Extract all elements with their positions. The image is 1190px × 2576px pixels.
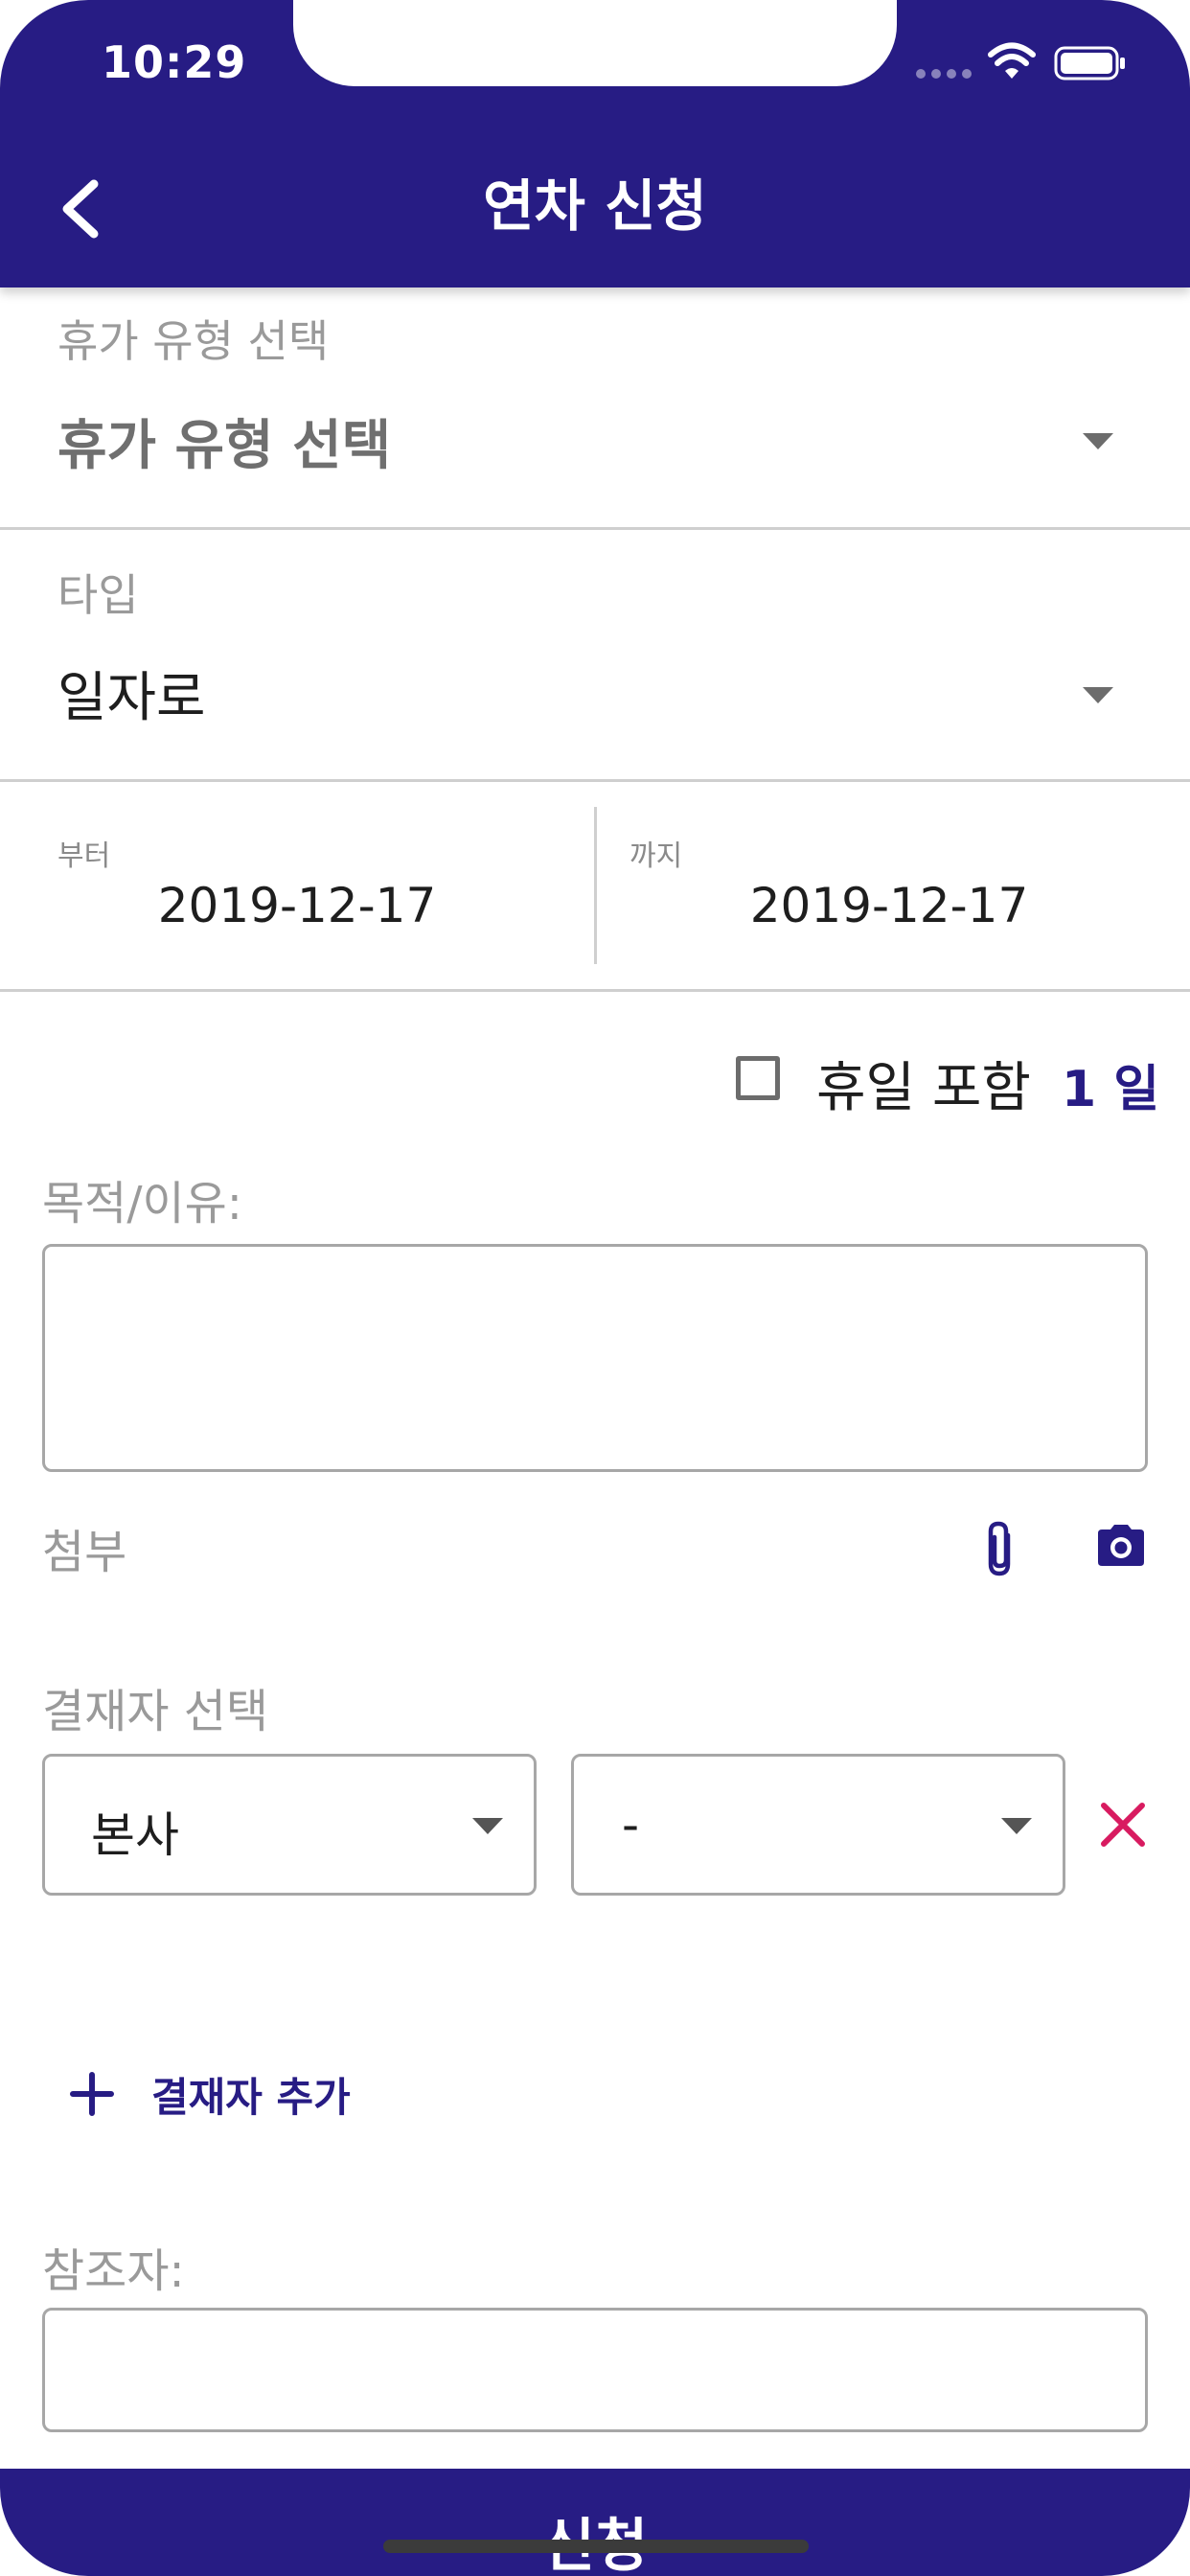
purpose-input[interactable] <box>42 1244 1148 1472</box>
add-approver-label: 결재자 추가 <box>151 2073 351 2121</box>
page-title: 연차 신청 <box>483 173 707 239</box>
chevron-down-icon <box>1083 687 1113 703</box>
to-date-field[interactable]: 까지 2019-12-17 <box>597 782 1190 989</box>
paperclip-icon[interactable] <box>979 1518 1021 1581</box>
close-icon[interactable] <box>1098 1800 1148 1850</box>
device-notch <box>293 0 897 86</box>
holiday-include-label[interactable]: 휴일 포함 <box>816 1045 1031 1122</box>
approver-person-select[interactable]: - <box>571 1754 1065 1896</box>
from-date-field[interactable]: 부터 2019-12-17 <box>0 782 594 989</box>
approver-department-select[interactable]: 본사 <box>42 1754 537 1896</box>
wifi-icon <box>988 42 1036 79</box>
to-date-label: 까지 <box>629 840 683 873</box>
type-select[interactable]: 타입 일자로 <box>0 530 1190 782</box>
reference-input[interactable] <box>42 2308 1148 2432</box>
chevron-down-icon <box>472 1818 503 1834</box>
leave-type-select[interactable]: 휴가 유형 선택 휴가 유형 선택 <box>0 288 1190 530</box>
to-date-value: 2019-12-17 <box>749 878 1029 933</box>
header-bar: 10:29 연차 신청 <box>0 0 1190 288</box>
approver-label: 결재자 선택 <box>42 1685 269 1738</box>
leave-type-label: 휴가 유형 선택 <box>57 315 330 367</box>
battery-icon <box>1054 46 1125 80</box>
camera-icon[interactable] <box>1094 1522 1148 1568</box>
add-approver-button[interactable]: 결재자 추가 <box>65 2051 351 2137</box>
app-screen: 10:29 연차 신청 휴가 유형 선택 휴가 유형 선택 타입 일자로 부터 … <box>0 0 1190 2576</box>
from-date-value: 2019-12-17 <box>157 878 437 933</box>
chevron-down-icon <box>1001 1818 1032 1834</box>
leave-type-value: 휴가 유형 선택 <box>57 415 392 477</box>
chevron-down-icon <box>1083 433 1113 449</box>
from-date-label: 부터 <box>57 840 111 873</box>
home-indicator <box>383 2540 809 2553</box>
attachment-label: 첨부 <box>42 1526 127 1579</box>
reference-label: 참조자: <box>42 2244 185 2298</box>
status-time: 10:29 <box>102 36 247 88</box>
cellular-signal-icon <box>916 69 972 79</box>
approver-person-value: - <box>622 1797 640 1852</box>
plus-icon <box>70 2072 114 2116</box>
purpose-label: 목적/이유: <box>42 1177 242 1230</box>
days-count: 1 일 <box>1062 1061 1160 1118</box>
approver-department-value: 본사 <box>91 1807 179 1863</box>
type-value: 일자로 <box>57 667 206 729</box>
type-label: 타입 <box>57 569 139 621</box>
submit-label: 신청 <box>0 2499 1190 2576</box>
date-range: 부터 2019-12-17 까지 2019-12-17 <box>0 782 1190 992</box>
holiday-include-checkbox[interactable] <box>736 1056 780 1100</box>
